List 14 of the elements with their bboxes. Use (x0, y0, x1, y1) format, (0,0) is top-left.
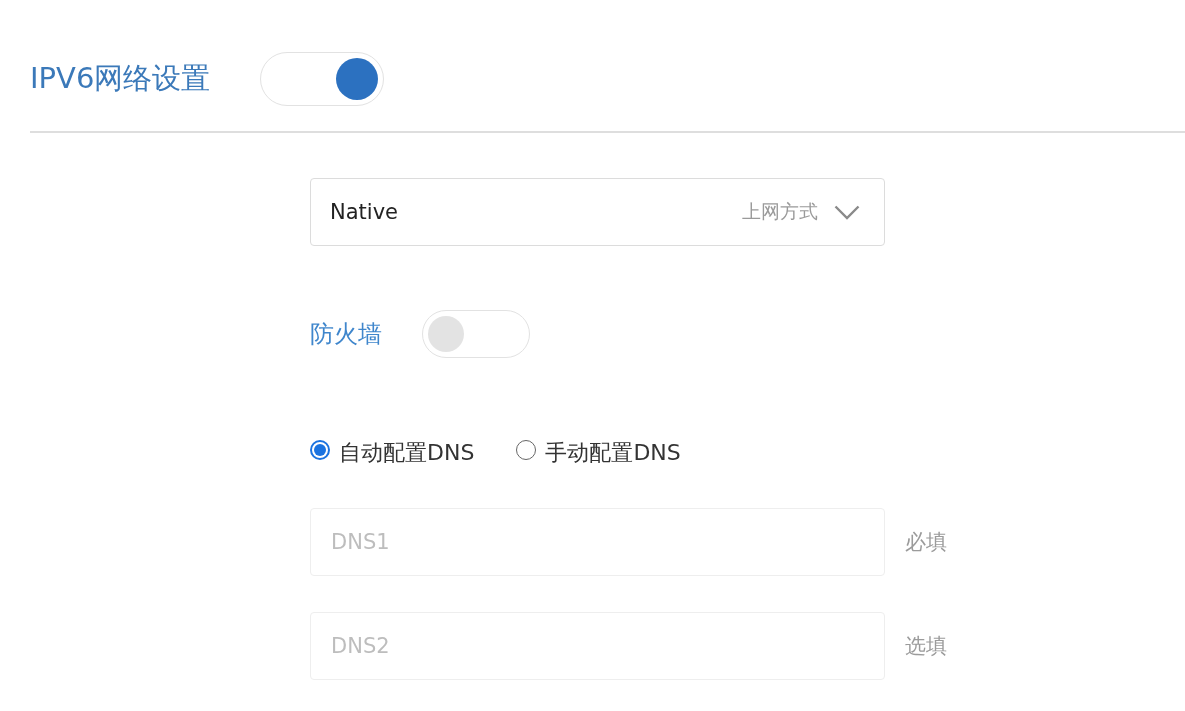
radio-button[interactable] (516, 440, 537, 460)
select-field[interactable]: Native 上网方式 (310, 178, 885, 246)
chevron-down-icon (834, 204, 860, 220)
radio-button[interactable] (310, 440, 330, 460)
select-value: Native (330, 200, 398, 224)
radio-label[interactable]: 手动配置DNS (545, 438, 681, 468)
field-label: 防火墙 (310, 319, 382, 350)
toggle-switch[interactable] (422, 310, 530, 358)
field-hint: 必填 (905, 529, 947, 556)
toggle-switch[interactable] (260, 52, 385, 106)
select-hint: 上网方式 (742, 199, 818, 224)
radio-label[interactable]: 自动配置DNS (339, 438, 475, 468)
section-title: IPV6网络设置 (30, 60, 211, 97)
field-hint: 选填 (905, 633, 947, 660)
